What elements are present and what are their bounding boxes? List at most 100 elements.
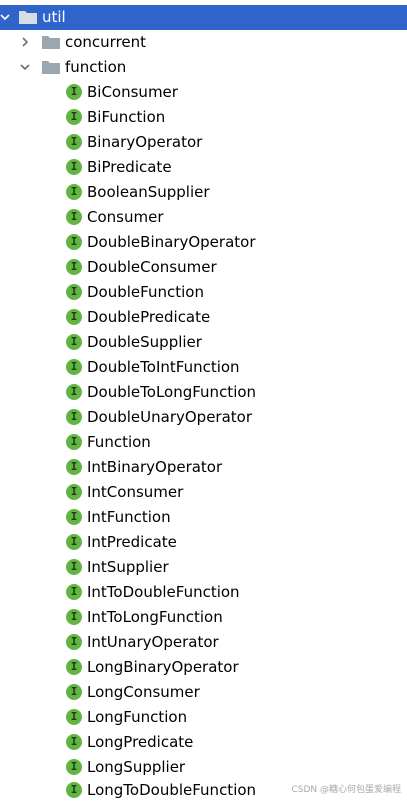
interface-label: IntSupplier: [87, 558, 169, 576]
interface-item[interactable]: I LongSupplier: [0, 755, 407, 780]
interface-item[interactable]: I LongBinaryOperator: [0, 655, 407, 680]
interface-item[interactable]: I DoubleToLongFunction: [0, 380, 407, 405]
interface-label: DoubleBinaryOperator: [87, 233, 256, 251]
interface-label: LongSupplier: [87, 758, 186, 776]
interface-icon: I: [66, 684, 82, 700]
interface-label: LongToDoubleFunction: [87, 781, 257, 799]
interface-item[interactable]: I IntToLongFunction: [0, 605, 407, 630]
interface-label: DoubleSupplier: [87, 333, 202, 351]
interface-icon: I: [66, 159, 82, 175]
interface-icon: I: [66, 359, 82, 375]
chevron-down-icon[interactable]: [20, 62, 30, 72]
interface-icon: I: [66, 109, 82, 125]
interface-icon: I: [66, 284, 82, 300]
interface-icon: I: [66, 434, 82, 450]
interface-icon: I: [66, 184, 82, 200]
interface-item[interactable]: I DoublePredicate: [0, 305, 407, 330]
tree-node-util[interactable]: util: [0, 5, 407, 30]
interface-label: Function: [87, 433, 151, 451]
interface-icon: I: [66, 259, 82, 275]
chevron-right-icon[interactable]: [20, 37, 30, 47]
interface-icon: I: [66, 509, 82, 525]
watermark: CSDN @糖心何包蛋爱编程: [291, 785, 401, 795]
interface-label: DoubleFunction: [87, 283, 204, 301]
interface-icon: I: [66, 484, 82, 500]
interface-icon: I: [66, 634, 82, 650]
interface-item[interactable]: I LongFunction: [0, 705, 407, 730]
interface-icon: I: [66, 309, 82, 325]
interface-item[interactable]: I IntFunction: [0, 505, 407, 530]
interface-item[interactable]: I IntPredicate: [0, 530, 407, 555]
interface-label: IntBinaryOperator: [87, 458, 223, 476]
interface-item[interactable]: I BiFunction: [0, 105, 407, 130]
interface-label: BiConsumer: [87, 83, 178, 101]
interface-label: LongPredicate: [87, 733, 194, 751]
interface-label: IntConsumer: [87, 483, 184, 501]
interface-icon: I: [66, 459, 82, 475]
interface-item[interactable]: I LongPredicate: [0, 730, 407, 755]
chevron-down-icon[interactable]: [0, 12, 10, 22]
interface-item[interactable]: I Consumer: [0, 205, 407, 230]
tree-node-label: concurrent: [65, 33, 147, 51]
interface-item[interactable]: I BinaryOperator: [0, 130, 407, 155]
folder-icon: [42, 60, 60, 74]
tree-node-label: function: [65, 58, 127, 76]
interface-icon: I: [66, 709, 82, 725]
interface-icon: I: [66, 559, 82, 575]
interface-icon: I: [66, 759, 82, 775]
interface-icon: I: [66, 209, 82, 225]
interface-item[interactable]: I IntBinaryOperator: [0, 455, 407, 480]
interface-label: DoubleConsumer: [87, 258, 217, 276]
interface-item[interactable]: I Function: [0, 430, 407, 455]
tree-node-concurrent[interactable]: concurrent: [0, 30, 407, 55]
tree-node-function[interactable]: function: [0, 55, 407, 80]
interface-label: IntToDoubleFunction: [87, 583, 240, 601]
interface-icon: I: [66, 234, 82, 250]
interface-item[interactable]: I IntUnaryOperator: [0, 630, 407, 655]
interface-label: DoubleToLongFunction: [87, 383, 257, 401]
interface-icon: I: [66, 409, 82, 425]
interface-label: IntUnaryOperator: [87, 633, 219, 651]
interface-item[interactable]: I IntToDoubleFunction: [0, 580, 407, 605]
interface-item[interactable]: I DoubleToIntFunction: [0, 355, 407, 380]
interface-item[interactable]: I BiPredicate: [0, 155, 407, 180]
interface-label: BooleanSupplier: [87, 183, 210, 201]
interface-item[interactable]: I LongConsumer: [0, 680, 407, 705]
interface-label: DoubleUnaryOperator: [87, 408, 253, 426]
interface-item[interactable]: I BooleanSupplier: [0, 180, 407, 205]
interface-label: LongConsumer: [87, 683, 200, 701]
interface-item[interactable]: I DoubleUnaryOperator: [0, 405, 407, 430]
tree-node-label: util: [42, 8, 66, 26]
interface-icon: I: [66, 609, 82, 625]
project-tree: util concurrent function I BiConsumer I Bi…: [0, 0, 407, 803]
interface-icon: I: [66, 584, 82, 600]
interface-item[interactable]: I IntConsumer: [0, 480, 407, 505]
interface-label: IntToLongFunction: [87, 608, 223, 626]
interface-label: DoubleToIntFunction: [87, 358, 240, 376]
interface-icon: I: [66, 84, 82, 100]
interface-item[interactable]: I DoubleConsumer: [0, 255, 407, 280]
interface-label: IntFunction: [87, 508, 171, 526]
interface-icon: I: [66, 534, 82, 550]
interface-item[interactable]: I DoubleFunction: [0, 280, 407, 305]
interface-icon: I: [66, 334, 82, 350]
interface-icon: I: [66, 659, 82, 675]
interface-item[interactable]: I BiConsumer: [0, 80, 407, 105]
interface-item[interactable]: I DoubleBinaryOperator: [0, 230, 407, 255]
interface-icon: I: [66, 134, 82, 150]
interface-icon: I: [66, 734, 82, 750]
interface-label: DoublePredicate: [87, 308, 211, 326]
interface-label: IntPredicate: [87, 533, 177, 551]
interface-label: LongBinaryOperator: [87, 658, 239, 676]
interface-item[interactable]: I IntSupplier: [0, 555, 407, 580]
interface-label: Consumer: [87, 208, 164, 226]
folder-icon: [19, 10, 37, 24]
interface-label: BinaryOperator: [87, 133, 203, 151]
folder-icon: [42, 35, 60, 49]
interface-item[interactable]: I DoubleSupplier: [0, 330, 407, 355]
interface-icon: I: [66, 782, 82, 798]
interface-icon: I: [66, 384, 82, 400]
interface-label: LongFunction: [87, 708, 188, 726]
interface-label: BiFunction: [87, 108, 166, 126]
interface-label: BiPredicate: [87, 158, 172, 176]
